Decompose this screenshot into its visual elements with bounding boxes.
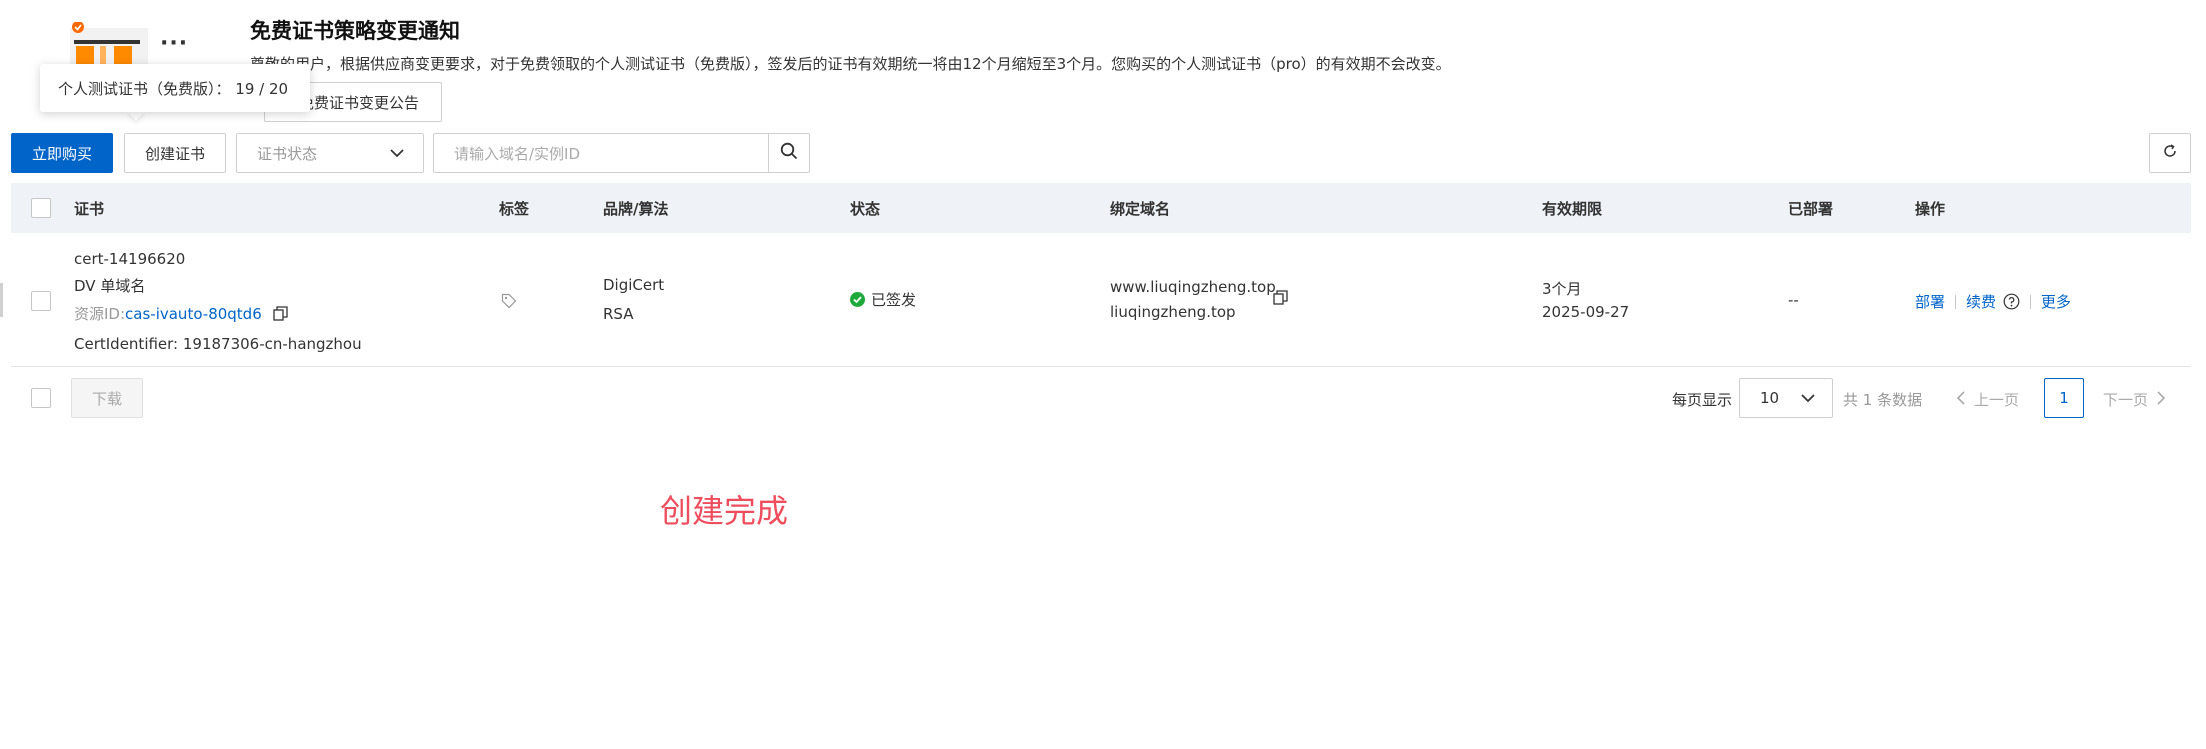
next-page-label: 下一页 <box>2103 391 2149 409</box>
refresh-icon <box>2162 143 2178 163</box>
check-circle-icon <box>850 292 865 307</box>
search-icon <box>780 142 798 164</box>
search-button[interactable] <box>768 133 810 173</box>
completion-annotation: 创建完成 <box>660 492 789 530</box>
chevron-right-icon <box>2156 390 2166 409</box>
header-status: 状态 <box>850 200 881 218</box>
renew-link[interactable]: 续费 <box>1966 293 1996 311</box>
quota-tooltip: 个人测试证书（免费版）： 19 / 20 <box>40 64 310 112</box>
resource-id-label: 资源ID: <box>74 305 126 323</box>
resource-id: 资源ID:cas-ivauto-80qtd6 <box>74 303 288 325</box>
next-page-button[interactable]: 下一页 <box>2103 389 2166 410</box>
header-tag: 标签 <box>499 200 530 218</box>
page-number-button[interactable]: 1 <box>2044 378 2084 418</box>
select-all-checkbox[interactable] <box>31 198 51 218</box>
domain-secondary: liuqingzheng.top <box>1110 303 1236 321</box>
more-icon[interactable]: ··· <box>160 33 188 55</box>
quota-tooltip-text: 个人测试证书（免费版）： 19 / 20 <box>58 79 289 98</box>
prev-page-label: 上一页 <box>1974 391 2020 409</box>
row-edge-marker <box>0 283 3 317</box>
cert-type: DV 单域名 <box>74 277 146 295</box>
deploy-link[interactable]: 部署 <box>1915 293 1945 311</box>
cert-brand: DigiCert <box>603 276 665 294</box>
row-actions: 部署 续费 更多 <box>1915 291 2071 314</box>
header-brand: 品牌/算法 <box>603 200 669 218</box>
notice-text: 尊敬的用户，根据供应商变更要求，对于免费领取的个人测试证书（免费版），签发后的证… <box>250 55 1451 73</box>
more-link[interactable]: 更多 <box>2041 293 2071 311</box>
help-icon[interactable] <box>2003 293 2020 314</box>
action-divider <box>1955 295 1957 309</box>
prev-page-button[interactable]: 上一页 <box>1956 389 2019 410</box>
per-page-value: 10 <box>1760 389 1780 407</box>
status-badge: 已签发 <box>850 289 916 310</box>
download-button[interactable]: 下载 <box>71 378 143 418</box>
notice-title: 免费证书策略变更通知 <box>250 19 460 43</box>
expire-date: 2025-09-27 <box>1542 303 1630 321</box>
tag-icon[interactable] <box>501 293 517 313</box>
copy-icon[interactable] <box>272 306 288 325</box>
create-certificate-button[interactable]: 创建证书 <box>124 133 226 173</box>
status-filter-placeholder: 证书状态 <box>257 144 318 163</box>
copy-domain-icon[interactable] <box>1273 290 1288 309</box>
footer-select-all-checkbox[interactable] <box>31 388 51 408</box>
status-filter-select[interactable]: 证书状态 <box>236 133 424 173</box>
chevron-left-icon <box>1956 390 1966 409</box>
search-input[interactable]: 请输入域名/实例ID <box>433 133 769 173</box>
refresh-button[interactable] <box>2149 133 2191 173</box>
resource-id-link[interactable]: cas-ivauto-80qtd6 <box>125 305 262 323</box>
row-checkbox[interactable] <box>31 291 51 311</box>
header-validity: 有效期限 <box>1542 200 1603 218</box>
buy-now-button[interactable]: 立即购买 <box>11 133 113 173</box>
per-page-label: 每页显示 <box>1672 391 1733 409</box>
cert-name: cert-14196620 <box>74 250 186 268</box>
deployed-value: -- <box>1788 291 1799 309</box>
cert-algorithm: RSA <box>603 305 634 323</box>
search-placeholder: 请输入域名/实例ID <box>454 144 581 163</box>
header-domain: 绑定域名 <box>1110 200 1171 218</box>
validity-period: 3个月 <box>1542 280 1582 298</box>
cert-identifier: CertIdentifier: 19187306-cn-hangzhou <box>74 335 362 353</box>
table-header: 证书 标签 品牌/算法 状态 绑定域名 有效期限 已部署 操作 <box>11 183 2191 233</box>
header-cert: 证书 <box>74 200 105 218</box>
header-actions: 操作 <box>1915 200 1946 218</box>
chevron-down-icon <box>1800 390 1816 410</box>
domain-primary: www.liuqingzheng.top <box>1110 278 1276 296</box>
per-page-select[interactable]: 10 <box>1739 378 1833 418</box>
total-count: 共 1 条数据 <box>1843 391 1923 409</box>
table-row: cert-14196620 DV 单域名 资源ID:cas-ivauto-80q… <box>11 233 2191 367</box>
header-deployed: 已部署 <box>1788 200 1834 218</box>
action-divider-2 <box>2029 295 2031 309</box>
chevron-down-icon <box>389 145 405 165</box>
status-text: 已签发 <box>871 291 917 309</box>
